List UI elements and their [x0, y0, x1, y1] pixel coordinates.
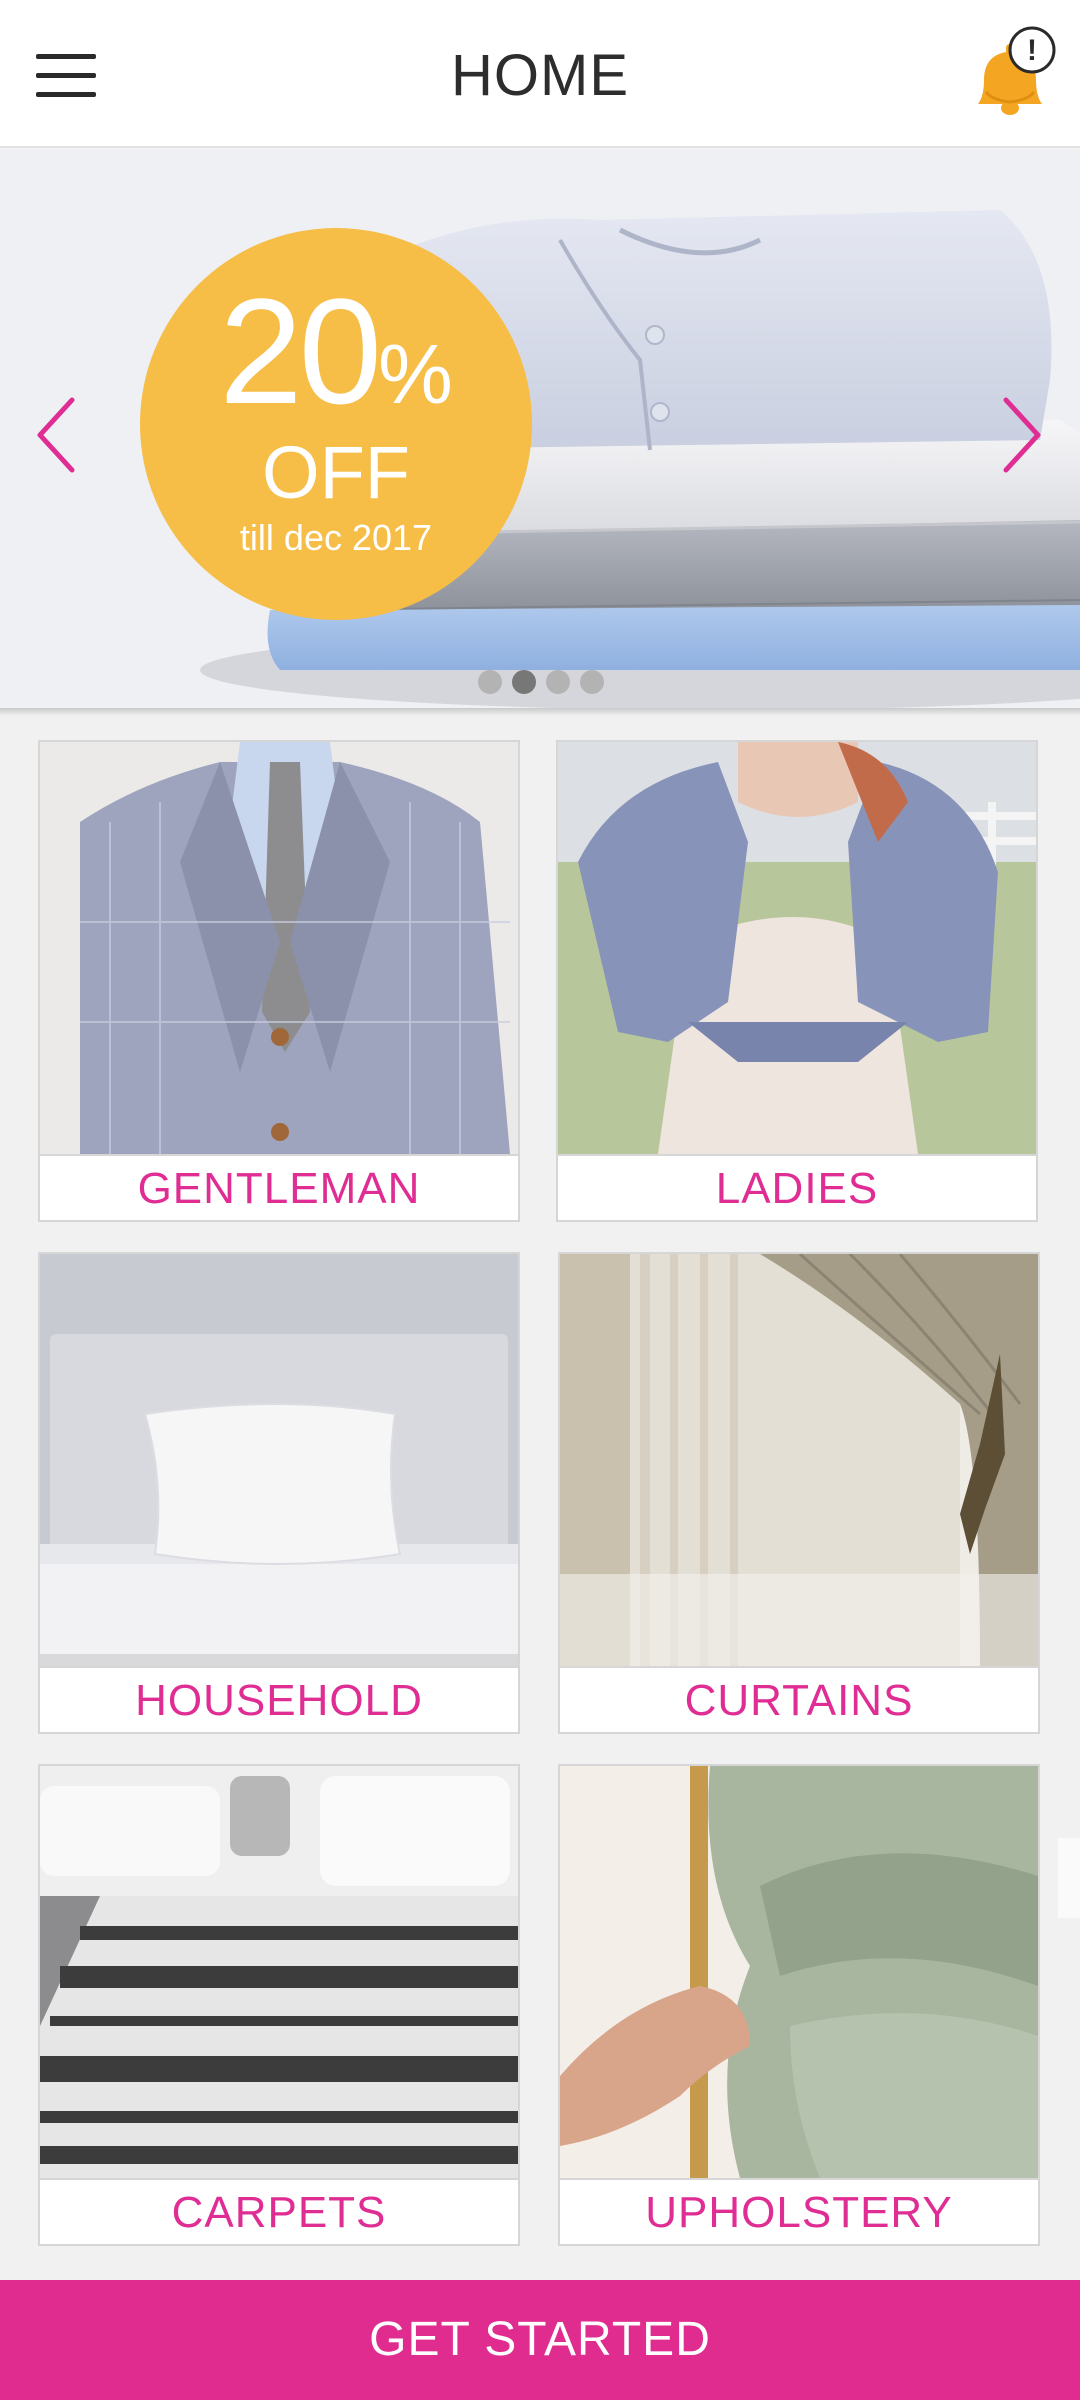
category-label: CURTAINS — [560, 1666, 1038, 1732]
discount-expiry: till dec 2017 — [239, 517, 433, 558]
curtains-image — [560, 1254, 1038, 1666]
banner-divider — [0, 708, 1080, 716]
notification-badge: ! — [1027, 34, 1037, 67]
discount-off-label: OFF — [262, 431, 410, 514]
carousel-dot-4[interactable] — [580, 670, 604, 694]
category-label: GENTLEMAN — [40, 1154, 518, 1220]
carousel-next-icon[interactable] — [992, 390, 1052, 480]
promo-carousel[interactable]: 20% OFF till dec 2017 — [0, 150, 1080, 712]
app-header: HOME ! — [0, 0, 1080, 148]
discount-badge: 20% OFF till dec 2017 — [140, 228, 532, 620]
carousel-dot-3[interactable] — [546, 670, 570, 694]
category-card-upholstery[interactable]: UPHOLSTERY — [558, 1764, 1040, 2246]
category-card-household[interactable]: HOUSEHOLD — [38, 1252, 520, 1734]
carpets-image — [40, 1766, 518, 2178]
category-label: LADIES — [558, 1154, 1036, 1220]
get-started-button[interactable]: GET STARTED — [0, 2280, 1080, 2400]
carousel-dot-2[interactable] — [512, 670, 536, 694]
carousel-prev-icon[interactable] — [26, 390, 86, 480]
carousel-dot-1[interactable] — [478, 670, 502, 694]
category-card-gentleman[interactable]: GENTLEMAN — [38, 740, 520, 1222]
category-label: HOUSEHOLD — [40, 1666, 518, 1732]
household-image — [40, 1254, 518, 1666]
discount-percent: 20% — [219, 267, 453, 435]
bell-alert-icon[interactable]: ! — [960, 22, 1060, 122]
page-title: HOME — [451, 43, 629, 108]
category-card-curtains[interactable]: CURTAINS — [558, 1252, 1040, 1734]
upholstery-image — [560, 1766, 1038, 2178]
category-label: UPHOLSTERY — [560, 2178, 1038, 2244]
category-card-carpets[interactable]: CARPETS — [38, 1764, 520, 2246]
category-label: CARPETS — [40, 2178, 518, 2244]
category-card-ladies[interactable]: LADIES — [556, 740, 1038, 1222]
ladies-image — [558, 742, 1036, 1154]
side-edge-tab — [1058, 1838, 1080, 1918]
gentleman-image — [40, 742, 518, 1154]
